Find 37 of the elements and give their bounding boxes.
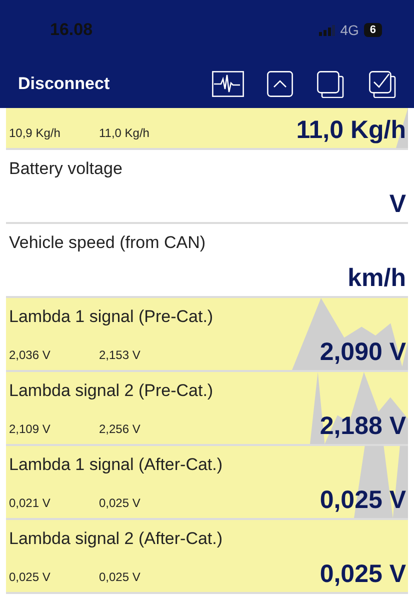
signal-icon xyxy=(319,24,336,36)
sensor-title: Vehicle speed (from CAN) xyxy=(9,232,206,254)
sensor-value: km/h xyxy=(348,262,406,294)
sensor-row[interactable]: Lambda 1 signal (After-Cat.) 0,021 V 0,025 V 0,025 V xyxy=(6,446,408,520)
select-all-icon[interactable] xyxy=(369,70,396,98)
waveform-icon[interactable] xyxy=(212,71,244,97)
min-value: 2,109 V xyxy=(9,421,50,438)
max-value: 0,025 V xyxy=(99,569,140,586)
min-value: 10,9 Kg/h xyxy=(9,125,60,142)
sensor-row[interactable]: Lambda 1 signal (Pre-Cat.) 2,036 V 2,153 V 2,090 V xyxy=(6,298,408,372)
sensor-row[interactable]: Lambda signal 2 (After-Cat.) 0,025 V 0,025 V 0,025 V xyxy=(6,520,408,594)
min-value: 0,021 V xyxy=(9,495,50,512)
network-label: 4G xyxy=(340,20,359,40)
sensor-value: V xyxy=(389,188,406,220)
disconnect-button[interactable]: Disconnect xyxy=(18,71,110,97)
min-value: 0,025 V xyxy=(9,569,50,586)
sensor-title: Lambda signal 2 (Pre-Cat.) xyxy=(9,380,214,402)
sensor-title: Lambda 1 signal (Pre-Cat.) xyxy=(9,306,214,328)
sensor-value: 2,188 V xyxy=(320,410,406,442)
sensor-value: 2,090 V xyxy=(320,336,406,368)
sensor-title: Lambda 1 signal (After-Cat.) xyxy=(9,454,223,476)
max-value: 2,256 V xyxy=(99,421,140,438)
battery-icon: 6 xyxy=(364,23,382,37)
sensor-value: 11,0 Kg/h xyxy=(296,114,406,146)
max-value: 0,025 V xyxy=(99,495,140,512)
sensor-title: Battery voltage xyxy=(9,158,122,180)
sensor-value: 0,025 V xyxy=(320,558,406,590)
sensor-row[interactable]: Lambda signal 2 (Pre-Cat.) 2,109 V 2,256 V 2,188 V xyxy=(6,372,408,446)
copy-icon[interactable] xyxy=(317,70,344,98)
status-time: 16.08 xyxy=(50,19,93,42)
max-value: 2,153 V xyxy=(99,347,140,364)
sensor-row[interactable]: 10,9 Kg/h 11,0 Kg/h 11,0 Kg/h xyxy=(6,108,408,150)
sensor-title: Lambda signal 2 (After-Cat.) xyxy=(9,528,223,550)
min-value: 2,036 V xyxy=(9,347,50,364)
sensor-value: 0,025 V xyxy=(320,484,406,516)
collapse-icon[interactable] xyxy=(267,71,293,97)
max-value: 11,0 Kg/h xyxy=(99,125,150,142)
